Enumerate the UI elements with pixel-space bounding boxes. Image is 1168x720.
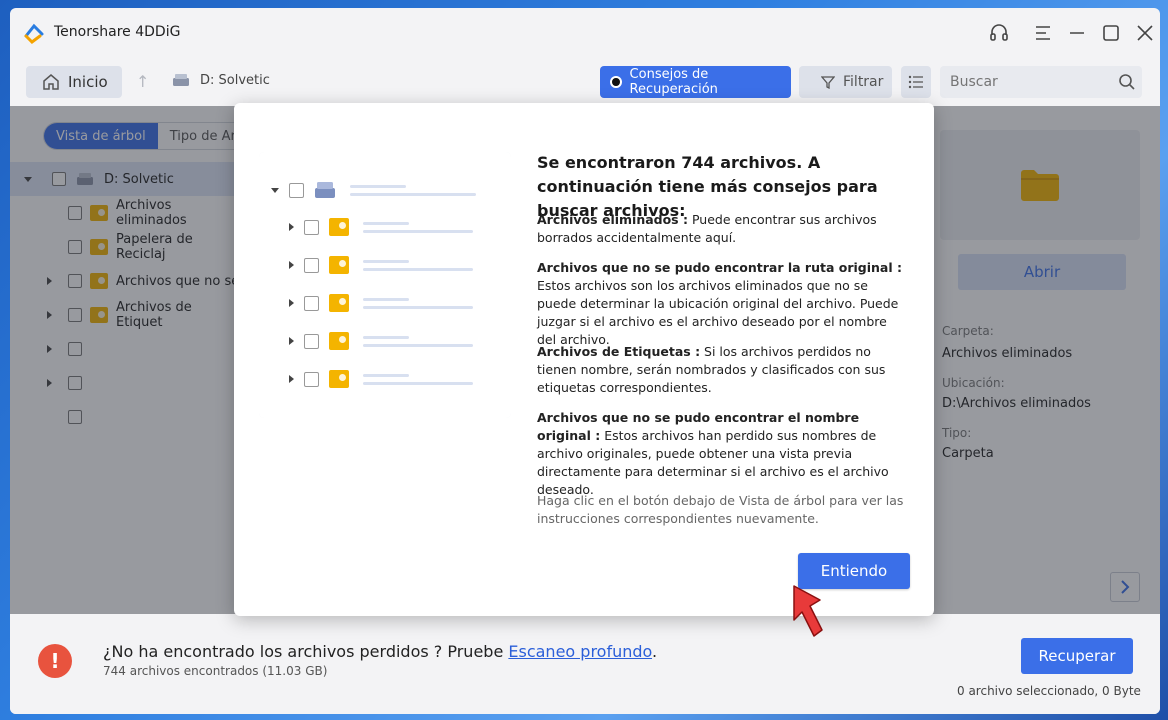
app-title: Tenorshare 4DDiG <box>54 24 181 40</box>
ill-line <box>363 343 473 347</box>
search-icon[interactable] <box>1118 73 1136 91</box>
expand-arrow-icon <box>289 375 294 383</box>
expand-arrow-icon <box>289 337 294 345</box>
filter-button[interactable]: Filtrar <box>799 66 892 98</box>
dialog-note: Haga clic en el botón debajo de Vista de… <box>537 493 904 526</box>
ill-line <box>363 381 473 385</box>
maximize-icon[interactable] <box>1100 22 1122 44</box>
ill-checkbox <box>304 371 319 387</box>
ill-lines <box>363 297 473 309</box>
home-label: Inicio <box>68 73 108 91</box>
illustration-card <box>259 152 511 418</box>
ill-row <box>289 218 473 236</box>
breadcrumb: D: Solvetic <box>172 72 270 88</box>
footer-bar: ! ¿No ha encontrado los archivos perdido… <box>10 614 1160 714</box>
deep-scan-link[interactable]: Escaneo profundo <box>508 642 652 661</box>
tips-icon <box>610 76 622 88</box>
ill-lines <box>363 259 473 271</box>
tags-folder-icon <box>329 332 349 350</box>
ill-checkbox <box>304 219 319 235</box>
expand-arrow-icon <box>289 299 294 307</box>
tip-tags: Archivos de Etiquetas : Si los archivos … <box>537 343 909 397</box>
menu-icon[interactable] <box>1032 22 1054 44</box>
tip-lost-path: Archivos que no se pudo encontrar la rut… <box>537 259 909 349</box>
ill-line <box>350 184 406 188</box>
ill-checkbox <box>289 182 304 198</box>
app-logo-icon <box>24 23 44 44</box>
ill-line <box>363 229 473 233</box>
selection-status: 0 archivo seleccionado, 0 Byte <box>957 684 1141 698</box>
tip-text: Estos archivos son los archivos eliminad… <box>537 278 899 347</box>
up-arrow-icon[interactable]: ↑ <box>136 72 149 91</box>
ill-root-row <box>271 180 476 200</box>
lost-path-folder-icon <box>329 256 349 274</box>
warning-icon: ! <box>38 644 72 678</box>
ill-line <box>363 335 409 339</box>
ill-line <box>363 221 409 225</box>
files-found-count: 744 archivos encontrados (11.03 GB) <box>103 664 328 678</box>
tree-illustration <box>259 152 511 418</box>
drive-label: D: Solvetic <box>200 72 270 88</box>
expand-arrow-icon <box>289 261 294 269</box>
tip-title: Archivos eliminados : <box>537 212 688 227</box>
ill-row <box>289 256 473 274</box>
ill-row <box>289 370 473 388</box>
not-found-prefix: ¿No ha encontrado los archivos perdidos … <box>103 642 509 661</box>
title-bar: Tenorshare 4DDiG <box>10 8 1160 58</box>
recover-button[interactable]: Recuperar <box>1021 638 1133 674</box>
ill-line <box>363 267 473 271</box>
minimize-icon[interactable] <box>1066 22 1088 44</box>
ill-line <box>350 192 476 196</box>
name-lost-folder-icon <box>329 370 349 388</box>
tip-title: Archivos de Etiquetas : <box>537 344 701 359</box>
home-icon <box>43 74 59 90</box>
ill-line <box>363 259 409 263</box>
search-input[interactable] <box>950 74 1110 90</box>
ill-lines <box>350 184 476 196</box>
ill-checkbox <box>304 257 319 273</box>
recycle-folder-icon <box>329 294 349 312</box>
tip-title: Archivos que no se pudo encontrar la rut… <box>537 260 902 275</box>
headset-icon[interactable] <box>988 22 1010 44</box>
filter-icon <box>821 76 835 89</box>
ill-lines <box>363 335 473 347</box>
ill-row <box>289 294 473 312</box>
drive-icon <box>315 182 335 198</box>
expand-arrow-icon <box>289 223 294 231</box>
collapse-arrow-icon <box>271 187 279 193</box>
red-pointer-arrow-icon <box>793 585 823 637</box>
drive-icon <box>173 74 189 86</box>
deleted-folder-icon <box>329 218 349 236</box>
period-text: . <box>652 642 658 661</box>
recovery-tips-button[interactable]: Consejos de Recuperación <box>600 66 791 98</box>
list-view-button[interactable] <box>901 66 931 98</box>
ill-lines <box>363 373 473 385</box>
list-icon <box>908 75 923 89</box>
ill-checkbox <box>304 333 319 349</box>
tip-deleted-files: Archivos eliminados : Puede encontrar su… <box>537 211 909 247</box>
ill-lines <box>363 221 473 233</box>
toolbar: Inicio ↑ D: Solvetic Consejos de Recuper… <box>10 64 1160 100</box>
tips-label: Consejos de Recuperación <box>629 67 718 97</box>
recovery-tips-dialog: Se encontraron 744 archivos. A continuac… <box>234 103 934 616</box>
ill-line <box>363 305 473 309</box>
tip-lost-name: Archivos que no se pudo encontrar el nom… <box>537 409 909 499</box>
filter-label: Filtrar <box>843 74 884 90</box>
close-icon[interactable] <box>1134 22 1156 44</box>
ill-line <box>363 373 409 377</box>
search-box <box>940 66 1142 98</box>
ill-line <box>363 297 409 301</box>
home-button[interactable]: Inicio <box>26 66 122 98</box>
not-found-message: ¿No ha encontrado los archivos perdidos … <box>103 642 657 661</box>
ill-checkbox <box>304 295 319 311</box>
ill-row <box>289 332 473 350</box>
